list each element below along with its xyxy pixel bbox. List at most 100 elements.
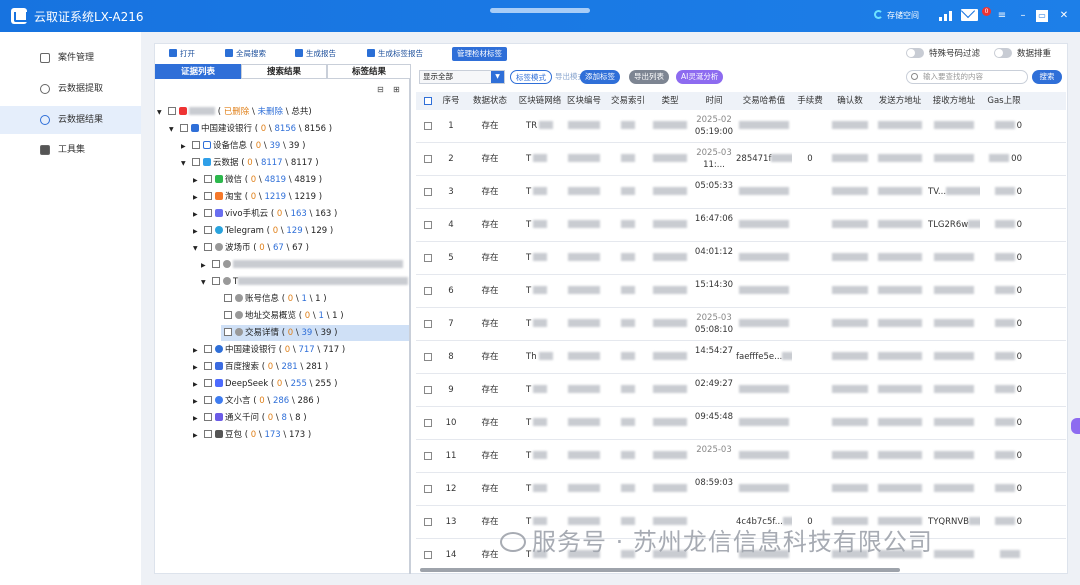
row-checkbox[interactable]: [424, 452, 432, 460]
tree-checkbox[interactable]: [180, 124, 188, 132]
tree-checkbox[interactable]: [212, 277, 220, 285]
add-tag-button[interactable]: 添加标签: [580, 70, 620, 84]
column-header[interactable]: 时间: [692, 92, 736, 110]
ai-analysis-button[interactable]: AI灵涎分析: [676, 70, 724, 84]
tree-checkbox[interactable]: [204, 362, 212, 370]
table-row[interactable]: 4 存在 T 16:47:06 TLG2R6w 0: [416, 209, 1066, 242]
table-row[interactable]: 1 存在 TR 2025-02 05:19:00 0: [416, 110, 1066, 143]
tree-checkbox[interactable]: [168, 107, 176, 115]
tree-node-vivo[interactable]: ▶ vivo手机云 ( 0 \ 163 \ 163 ): [193, 206, 337, 222]
table-row[interactable]: 3 存在 T 05:05:33 TV... 0: [416, 176, 1066, 209]
row-checkbox[interactable]: [424, 155, 432, 163]
column-header[interactable]: 区块编号: [564, 92, 604, 110]
column-header[interactable]: 交易索引: [608, 92, 648, 110]
row-checkbox[interactable]: [424, 386, 432, 394]
row-checkbox[interactable]: [424, 221, 432, 229]
tree-checkbox[interactable]: [204, 243, 212, 251]
display-filter-select[interactable]: 显示全部 ▼: [419, 70, 505, 84]
close-icon[interactable]: ✕: [1056, 8, 1072, 24]
tab-evidence-list[interactable]: 证据列表: [155, 64, 241, 79]
tree-node-baidu[interactable]: ▶ 百度搜索 ( 0 \ 281 \ 281 ): [193, 359, 328, 375]
tree-checkbox[interactable]: [212, 260, 220, 268]
table-row[interactable]: 8 存在 Th 14:54:27 faefffe5e... 0: [416, 341, 1066, 374]
column-header[interactable]: Gas上限: [982, 92, 1026, 110]
search-button[interactable]: 搜索: [1032, 70, 1062, 84]
tree-checkbox[interactable]: [204, 379, 212, 387]
tree-node-ccb-2[interactable]: ▶ 中国建设银行 ( 0 \ 717 \ 717 ): [193, 342, 345, 358]
select-all-checkbox[interactable]: [424, 97, 432, 105]
expand-all-icon[interactable]: ⊞: [393, 85, 403, 95]
table-row[interactable]: 7 存在 T 2025-03 05:08:10 0: [416, 308, 1066, 341]
tree-node-address-overview[interactable]: 地址交易概览 ( 0 \ 1 \ 1 ): [221, 308, 344, 324]
collapse-all-icon[interactable]: ⊟: [377, 85, 387, 95]
column-header[interactable]: 接收方地址: [928, 92, 980, 110]
tree-node-tron-address-1[interactable]: ▶: [201, 257, 403, 273]
tree-checkbox[interactable]: [192, 141, 200, 149]
tree-checkbox[interactable]: [204, 192, 212, 200]
tree-node-tron-address-2[interactable]: ▼ T: [201, 274, 409, 290]
table-row[interactable]: 12 存在 T 08:59:03 0: [416, 473, 1066, 506]
sidebar-item-case-management[interactable]: 案件管理: [0, 44, 141, 72]
table-row[interactable]: 5 存在 T 04:01:12 0: [416, 242, 1066, 275]
table-row[interactable]: 6 存在 T 15:14:30 0: [416, 275, 1066, 308]
column-header[interactable]: 序号: [438, 92, 464, 110]
mail-icon[interactable]: [961, 9, 978, 21]
generate-tag-report-button[interactable]: 生成标签报告: [367, 47, 423, 61]
row-checkbox[interactable]: [424, 287, 432, 295]
tree-checkbox[interactable]: [192, 158, 200, 166]
storage-indicator[interactable]: 存储空间: [874, 10, 919, 21]
column-header[interactable]: 数据状态: [468, 92, 512, 110]
tree-node-ccb[interactable]: ▼ 中国建设银行 ( 0 \ 8156 \ 8156 ): [169, 121, 332, 137]
tree-checkbox[interactable]: [204, 430, 212, 438]
dedupe-toggle[interactable]: [994, 48, 1012, 58]
row-checkbox[interactable]: [424, 551, 432, 559]
tree-root[interactable]: ▼ ( 已删除 \ 未删除 \ 总共): [157, 104, 312, 120]
table-row[interactable]: 9 存在 T 02:49:27 0: [416, 374, 1066, 407]
tree-node-taobao[interactable]: ▶ 淘宝 ( 0 \ 1219 \ 1219 ): [193, 189, 322, 205]
export-list-button[interactable]: 导出列表: [629, 70, 669, 84]
row-checkbox[interactable]: [424, 419, 432, 427]
tree-node-telegram[interactable]: ▶ Telegram ( 0 \ 129 \ 129 ): [193, 223, 333, 239]
column-header[interactable]: 发送方地址: [874, 92, 926, 110]
sidebar-item-cloud-extract[interactable]: 云数据提取: [0, 75, 141, 103]
open-button[interactable]: 打开: [169, 47, 195, 61]
tree-checkbox[interactable]: [204, 396, 212, 404]
row-checkbox[interactable]: [424, 254, 432, 262]
horizontal-scrollbar[interactable]: [420, 568, 900, 572]
row-checkbox[interactable]: [424, 122, 432, 130]
tree-node-wechat[interactable]: ▶ 微信 ( 0 \ 4819 \ 4819 ): [193, 172, 322, 188]
sidebar-item-toolbox[interactable]: 工具集: [0, 136, 141, 164]
tree-node-account-info[interactable]: 账号信息 ( 0 \ 1 \ 1 ): [221, 291, 327, 307]
row-checkbox[interactable]: [424, 518, 432, 526]
sidebar-item-cloud-result[interactable]: 云数据结果: [0, 106, 141, 134]
column-header[interactable]: 类型: [650, 92, 690, 110]
assistant-handle[interactable]: [1071, 418, 1080, 434]
search-input[interactable]: 输入要查找的内容: [906, 70, 1028, 84]
menu-icon[interactable]: ≡: [994, 8, 1010, 24]
tree-node-device-info[interactable]: ▶ 设备信息 ( 0 \ 39 \ 39 ): [181, 138, 305, 154]
tree-node-wenxiaoyan[interactable]: ▶ 文小言 ( 0 \ 286 \ 286 ): [193, 393, 320, 409]
tree-node-tongyi[interactable]: ▶ 通义千问 ( 0 \ 8 \ 8 ): [193, 410, 307, 426]
tab-tag-results[interactable]: 标签结果: [327, 64, 411, 79]
manage-tags-button[interactable]: 管理检材标签: [452, 47, 507, 61]
tree-node-deepseek[interactable]: ▶ DeepSeek ( 0 \ 255 \ 255 ): [193, 376, 337, 392]
column-header[interactable]: 确认数: [828, 92, 872, 110]
tree-node-tron[interactable]: ▼ 波场币 ( 0 \ 67 \ 67 ): [193, 240, 309, 256]
tree-checkbox[interactable]: [204, 226, 212, 234]
column-header[interactable]: 交易哈希值: [736, 92, 792, 110]
tag-mode-chip[interactable]: 标签模式: [510, 70, 552, 84]
column-header[interactable]: 手续费: [794, 92, 826, 110]
tree-checkbox[interactable]: [204, 413, 212, 421]
row-checkbox[interactable]: [424, 353, 432, 361]
table-row[interactable]: 10 存在 T 09:45:48 0: [416, 407, 1066, 440]
tree-node-transaction-details[interactable]: 交易详情 ( 0 \ 39 \ 39 ): [221, 325, 409, 341]
tree-checkbox[interactable]: [224, 311, 232, 319]
column-header[interactable]: 区块链网络: [516, 92, 564, 110]
maximize-icon[interactable]: ▭: [1036, 10, 1048, 22]
tab-search-results[interactable]: 搜索结果: [241, 64, 327, 79]
tree-node-cloud-data[interactable]: ▼ 云数据 ( 0 \ 8117 \ 8117 ): [181, 155, 319, 171]
tree-node-doubao[interactable]: ▶ 豆包 ( 0 \ 173 \ 173 ): [193, 427, 311, 443]
minimize-icon[interactable]: –: [1015, 8, 1031, 24]
tree-checkbox[interactable]: [224, 328, 232, 336]
special-filter-toggle[interactable]: [906, 48, 924, 58]
